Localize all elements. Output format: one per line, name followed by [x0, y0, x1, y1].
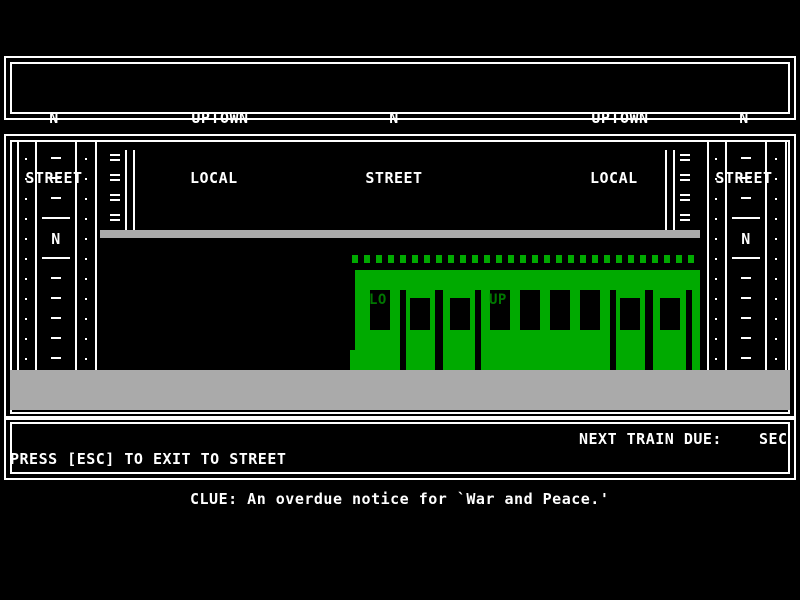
clue-text: CLUE: An overdue notice for `War and Pea… [190, 490, 610, 508]
hanger-posts [110, 150, 690, 230]
exit-instruction: PRESS [ESC] TO EXIT TO STREET [10, 450, 287, 468]
right-pillar-sign: N [741, 230, 751, 248]
next-train-unit: SEC [759, 430, 788, 448]
left-pillar-dashes [42, 157, 70, 359]
train-destination-label-left: LO [369, 292, 387, 308]
platform-floor [10, 370, 790, 410]
overhead-beam [100, 230, 700, 238]
right-pillar-dashes [732, 157, 760, 359]
subway-platform-scene [10, 140, 790, 410]
next-train-label: NEXT TRAIN DUE: [579, 430, 722, 448]
left-pillar-sign: N [51, 230, 61, 248]
left-pillar [17, 140, 97, 370]
subway-train-car [350, 255, 700, 370]
right-pillar [707, 140, 787, 370]
train-roof-vents [352, 255, 694, 263]
train-destination-label-right: UP [489, 292, 507, 308]
train-front-step [350, 350, 358, 370]
